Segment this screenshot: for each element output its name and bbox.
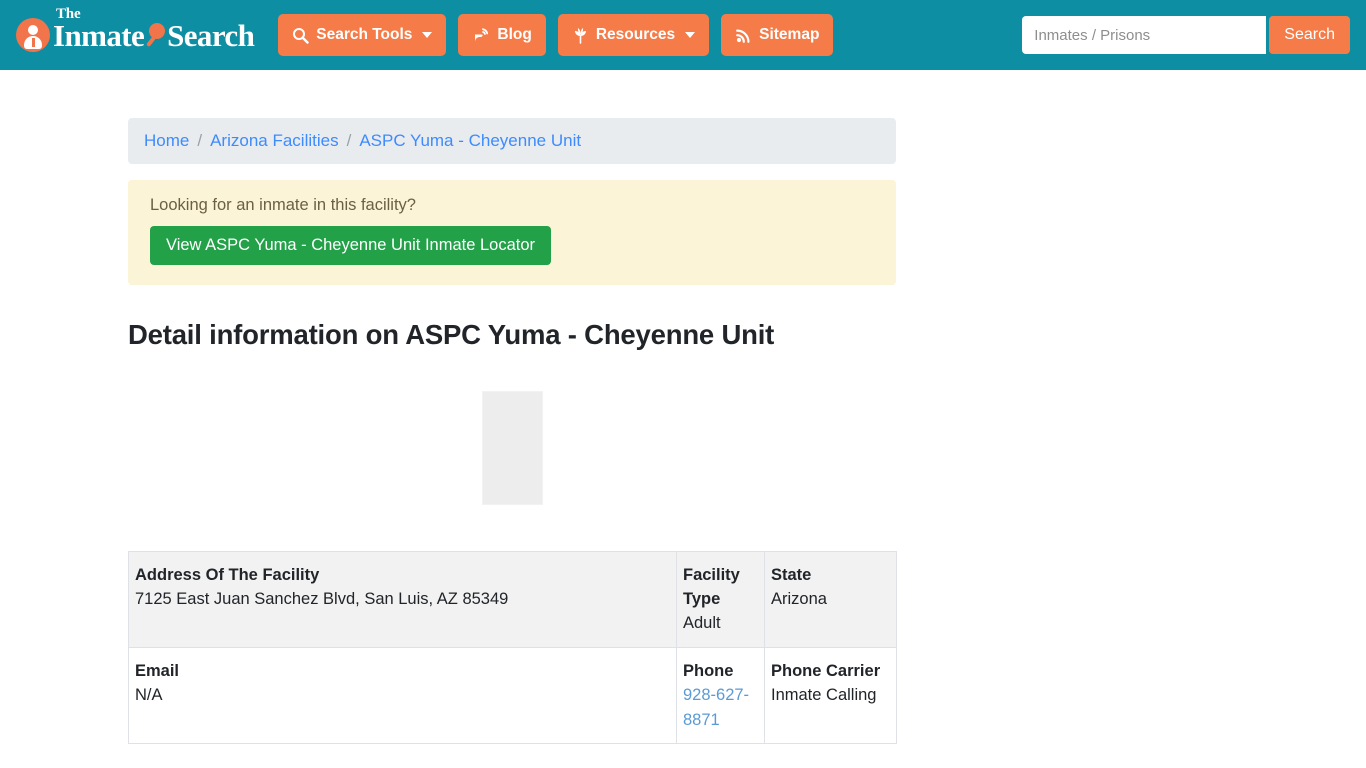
cell-label: State [771,565,812,584]
brand-the: The [56,5,81,22]
blog-icon [472,26,490,44]
site-header: The Inmate Search Search Tools Blog Reso… [0,0,1366,70]
brand-wordmark: The Inmate Search [53,6,255,53]
table-cell-facility-type: Facility Type Adult [676,550,765,648]
cell-value: 7125 East Juan Sanchez Blvd, San Luis, A… [135,589,509,608]
view-inmate-locator-button[interactable]: View ASPC Yuma - Cheyenne Unit Inmate Lo… [150,226,552,265]
chevron-down-icon [422,32,433,38]
table-cell-state: State Arizona [764,550,897,648]
chevron-down-icon [685,32,696,38]
cell-label: Email [135,661,180,680]
cell-label: Address Of The Facility [135,565,320,584]
search-button[interactable]: Search [1269,16,1350,54]
table-cell-phone-carrier: Phone Carrier Inmate Calling [764,646,897,744]
leaf-icon [572,27,589,44]
breadcrumb-separator: / [197,131,203,150]
alert-title: Looking for an inmate in this facility? [150,196,416,214]
table-cell-phone: Phone 928-627-8871 [676,646,765,744]
cell-value: Inmate Calling [771,686,877,705]
header-search: Search [1022,16,1350,54]
phone-link[interactable]: 928-627-8871 [683,686,749,728]
site-logo[interactable]: The Inmate Search [16,6,255,57]
cell-label: Facility Type [683,565,740,608]
breadcrumb-item-home[interactable]: Home [144,131,189,151]
table-cell-email: Email N/A [128,646,677,744]
breadcrumb-item-current: ASPC Yuma - Cheyenne Unit [359,131,582,150]
person-icon [16,18,50,52]
page-content: Home / Arizona Facilities / ASPC Yuma - … [128,70,897,744]
breadcrumb: Home / Arizona Facilities / ASPC Yuma - … [128,118,896,164]
brand-word-search: Search [167,17,255,53]
cell-value: Adult [683,614,721,633]
nav-blog-label: Blog [497,26,532,43]
cell-label: Phone Carrier [771,661,881,680]
magnifier-icon [142,22,168,48]
breadcrumb-separator: / [346,131,352,150]
inmate-locator-alert: Looking for an inmate in this facility? … [128,180,896,285]
cell-label: Phone [683,661,734,680]
nav-search-tools-button[interactable]: Search Tools [278,14,447,56]
cell-value: N/A [135,686,163,705]
table-row: Address Of The Facility 7125 East Juan S… [128,550,897,648]
magnifier-icon [292,27,309,44]
brand-word-inmate: Inmate [53,17,145,53]
nav-resources-label: Resources [595,26,676,43]
table-row: Email N/A Phone 928-627-8871 Phone Carri… [128,646,897,744]
nav-resources-button[interactable]: Resources [557,14,710,56]
search-input[interactable] [1022,16,1267,54]
cell-value: Arizona [771,589,827,608]
rss-icon [735,27,752,44]
nav-sitemap-button[interactable]: Sitemap [721,14,834,56]
page-title: Detail information on ASPC Yuma - Cheyen… [128,318,775,350]
nav-sitemap-label: Sitemap [759,26,820,43]
facility-image-placeholder [481,390,543,505]
table-cell-address: Address Of The Facility 7125 East Juan S… [128,550,677,648]
nav-blog-button[interactable]: Blog [458,14,546,56]
nav-search-tools-label: Search Tools [316,26,413,43]
breadcrumb-item-arizona-facilities[interactable]: Arizona Facilities [210,131,339,151]
facility-detail-table: Address Of The Facility 7125 East Juan S… [128,550,897,744]
